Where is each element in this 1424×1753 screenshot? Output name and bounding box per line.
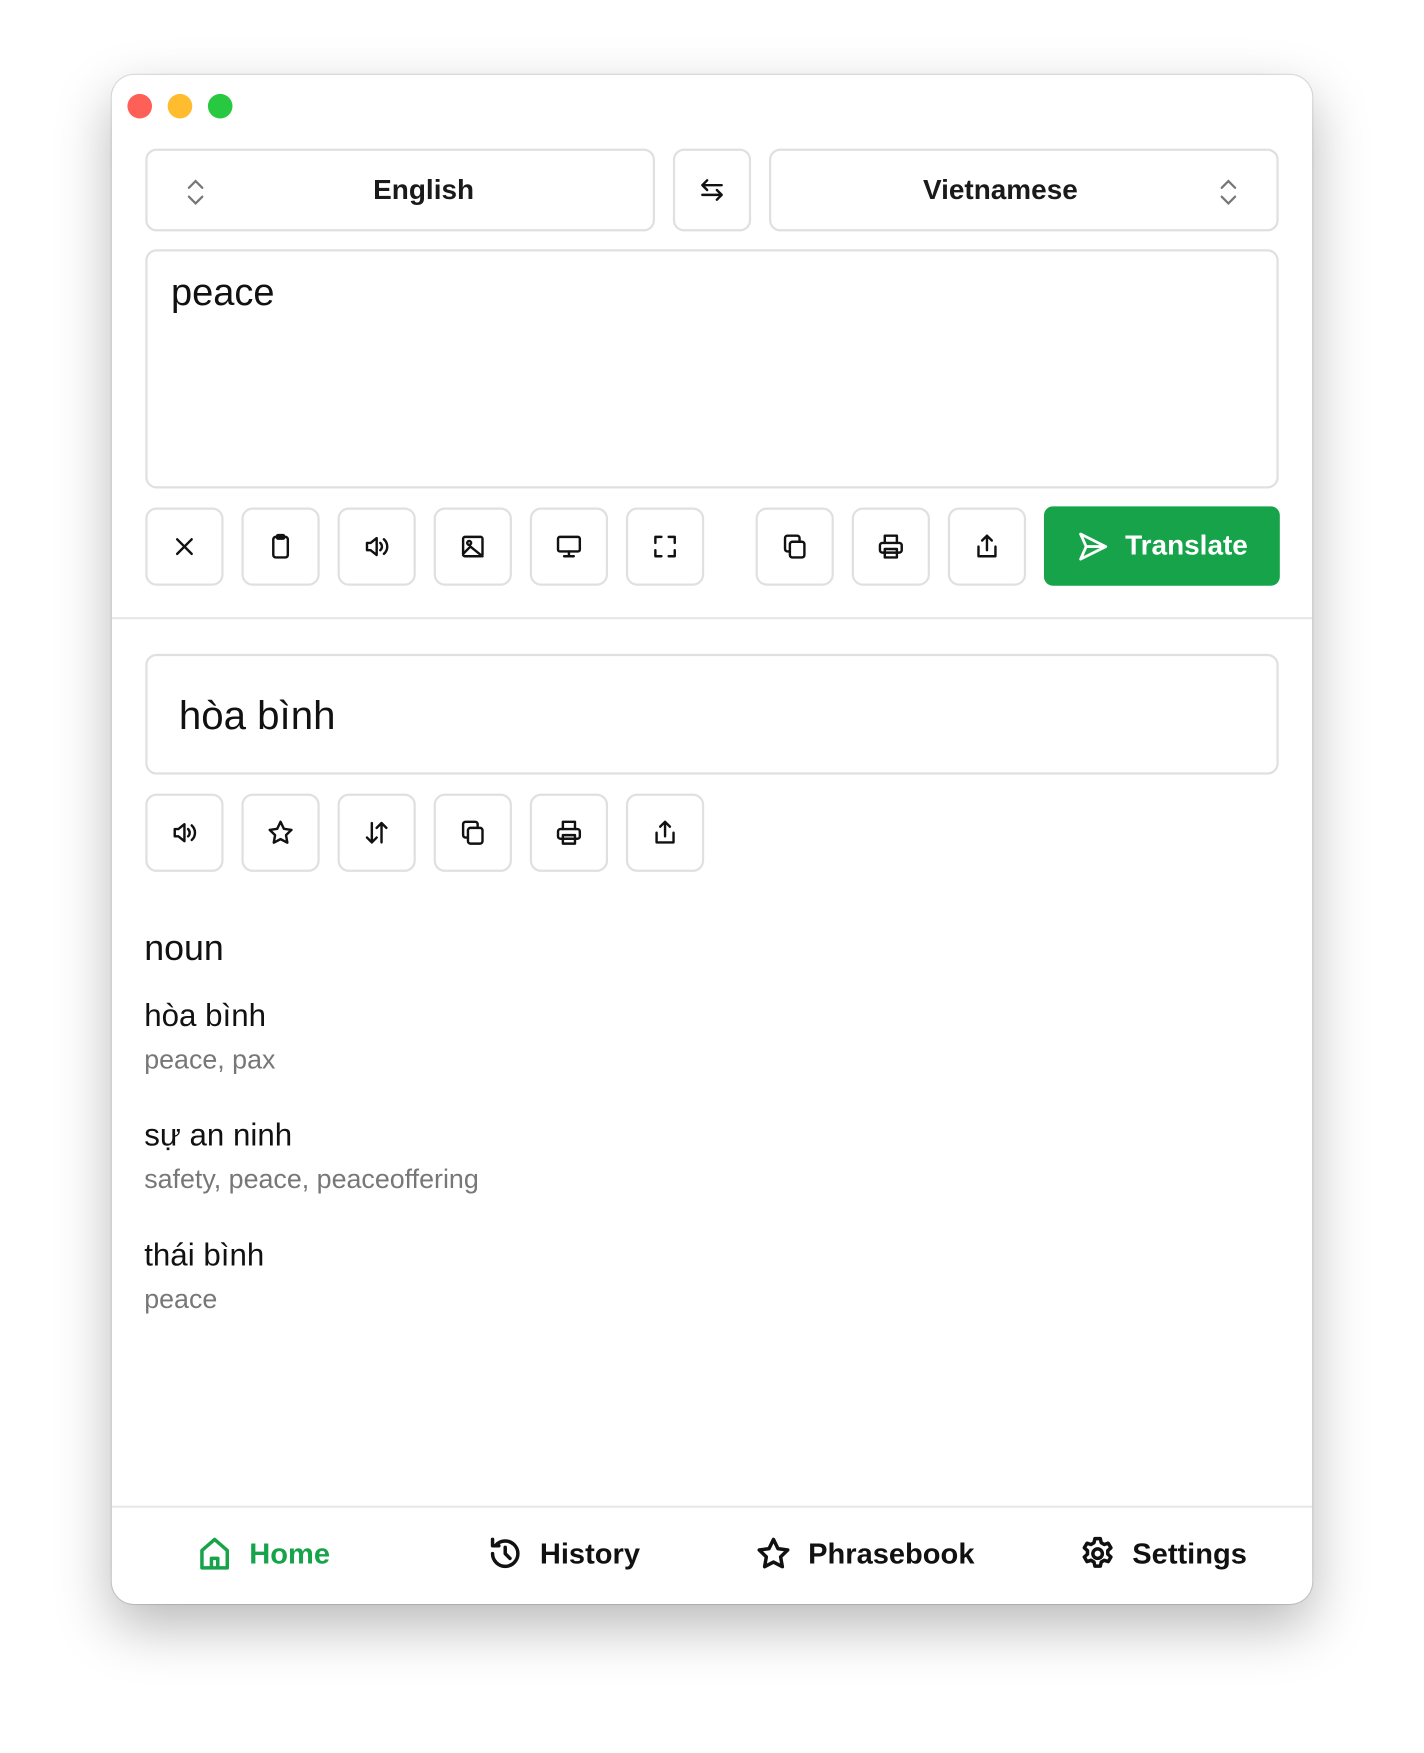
definition-synonyms: safety, peace, peaceoffering bbox=[144, 1164, 479, 1195]
part-of-speech: noun bbox=[144, 927, 224, 968]
sort-arrows-icon bbox=[365, 821, 388, 844]
favorite-button[interactable] bbox=[241, 793, 320, 872]
chevron-up-down-icon bbox=[187, 179, 204, 206]
source-language-select[interactable]: English bbox=[145, 148, 655, 232]
definition-synonyms: peace bbox=[144, 1284, 218, 1315]
copy-icon bbox=[461, 820, 484, 845]
gear-icon bbox=[1082, 1536, 1113, 1568]
paste-button[interactable] bbox=[241, 507, 320, 586]
nav-home[interactable]: Home bbox=[196, 1535, 330, 1573]
definition-term: hòa bình bbox=[144, 998, 267, 1033]
share-result-button[interactable] bbox=[625, 793, 705, 872]
source-text-input[interactable]: peace bbox=[145, 249, 1279, 489]
nav-settings[interactable]: Settings bbox=[1079, 1535, 1247, 1573]
clipboard-icon bbox=[272, 533, 290, 559]
image-icon bbox=[461, 535, 484, 558]
fullscreen-button[interactable] bbox=[625, 507, 705, 586]
clear-button[interactable] bbox=[145, 507, 224, 586]
send-icon bbox=[1078, 532, 1107, 560]
copy-result-button[interactable] bbox=[433, 793, 512, 872]
translate-button[interactable]: Translate bbox=[1043, 506, 1280, 586]
result-text: hòa bình bbox=[178, 691, 336, 738]
nav-history-label: History bbox=[539, 1536, 640, 1570]
printer-icon bbox=[878, 534, 903, 559]
nav-phrasebook-label: Phrasebook bbox=[808, 1536, 975, 1570]
minimize-window-button[interactable] bbox=[167, 93, 193, 119]
print-result-button[interactable] bbox=[529, 793, 609, 872]
print-source-button[interactable] bbox=[851, 507, 930, 586]
monitor-icon bbox=[556, 535, 582, 558]
chevron-up-down-icon bbox=[1220, 179, 1237, 206]
divider bbox=[111, 616, 1313, 620]
share-source-button[interactable] bbox=[947, 507, 1027, 586]
definition-term: sự an ninh bbox=[144, 1117, 293, 1153]
expand-icon bbox=[654, 535, 676, 558]
copy-icon bbox=[783, 534, 806, 559]
source-text: peace bbox=[171, 271, 275, 315]
result-box: hòa bình bbox=[145, 653, 1279, 775]
speak-result-button[interactable] bbox=[145, 793, 224, 872]
printer-icon bbox=[556, 820, 582, 845]
reverse-translation-button[interactable] bbox=[337, 793, 416, 872]
speaker-icon bbox=[173, 823, 197, 843]
translate-label: Translate bbox=[1125, 529, 1248, 562]
home-icon bbox=[200, 1537, 230, 1570]
nav-home-label: Home bbox=[249, 1536, 331, 1570]
star-icon bbox=[268, 820, 293, 844]
speaker-icon bbox=[365, 536, 389, 557]
history-icon bbox=[490, 1537, 520, 1569]
close-window-button[interactable] bbox=[127, 93, 153, 119]
target-language-label: Vietnamese bbox=[922, 173, 1078, 206]
definition-term: thái bình bbox=[144, 1237, 265, 1272]
target-language-select[interactable]: Vietnamese bbox=[769, 148, 1279, 232]
nav-history[interactable]: History bbox=[486, 1535, 640, 1573]
zoom-window-button[interactable] bbox=[207, 93, 233, 119]
definition-synonyms: peace, pax bbox=[144, 1045, 276, 1076]
nav-divider bbox=[111, 1505, 1313, 1508]
share-icon bbox=[977, 534, 997, 558]
app-window: English Vietnamese peace Translate hòa b… bbox=[111, 74, 1313, 1604]
source-language-label: English bbox=[373, 173, 475, 206]
nav-phrasebook[interactable]: Phrasebook bbox=[754, 1535, 974, 1573]
nav-settings-label: Settings bbox=[1132, 1536, 1247, 1570]
swap-languages-button[interactable] bbox=[672, 148, 752, 232]
screen-capture-button[interactable] bbox=[529, 507, 609, 586]
image-translate-button[interactable] bbox=[433, 507, 512, 586]
swap-arrows-icon bbox=[701, 179, 723, 201]
share-icon bbox=[655, 820, 675, 844]
copy-source-button[interactable] bbox=[755, 507, 834, 586]
star-icon bbox=[757, 1537, 790, 1569]
speak-source-button[interactable] bbox=[337, 507, 416, 586]
close-icon bbox=[175, 538, 193, 556]
